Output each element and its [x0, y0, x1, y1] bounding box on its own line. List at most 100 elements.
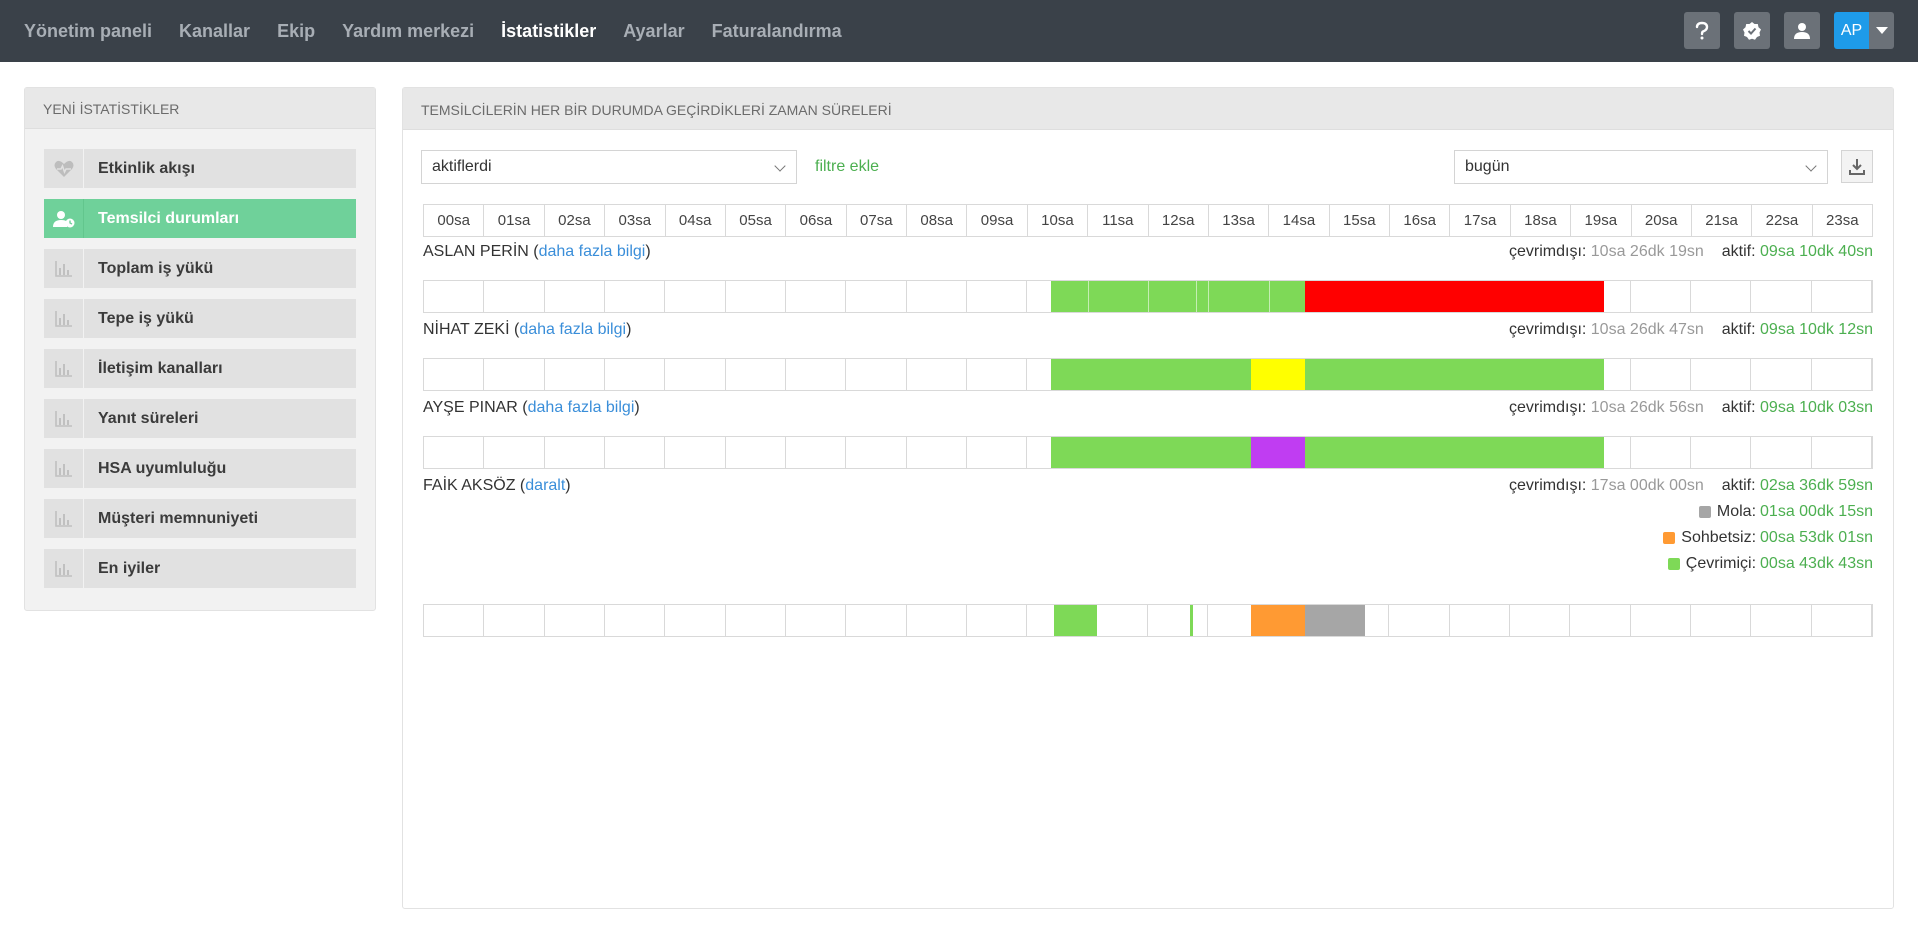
nav-item-4[interactable]: İstatistikler — [501, 21, 596, 42]
offline-time: 10sa 26dk 47sn — [1590, 321, 1704, 338]
agent-name-text: FAİK AKSÖZ — [423, 477, 516, 494]
stats-sidebar: YENİ İSTATİSTİKLER Etkinlik akışı Temsilc… — [24, 87, 376, 611]
active-time: 09sa 10dk 40sn — [1760, 243, 1873, 260]
status-segment[interactable] — [1304, 281, 1604, 312]
timeline-hour-cell — [726, 281, 786, 312]
sidebar-item-label: Temsilci durumları — [84, 199, 356, 238]
hour-label: 13sa — [1209, 205, 1270, 236]
agent-timeline-bar — [423, 358, 1873, 391]
caret-down-icon — [1875, 27, 1888, 34]
sidebar-item-1[interactable]: Temsilci durumları — [44, 199, 356, 238]
nav-item-3[interactable]: Yardım merkezi — [342, 21, 474, 42]
sidebar-item-4[interactable]: İletişim kanalları — [44, 349, 356, 388]
timeline-hour-cell — [545, 281, 605, 312]
timeline-hour-cell — [1751, 605, 1812, 636]
hour-label: 12sa — [1149, 205, 1209, 236]
sidebar-item-8[interactable]: En iyiler — [44, 549, 356, 588]
hour-label: 18sa — [1511, 205, 1572, 236]
nav-item-6[interactable]: Faturalandırma — [712, 21, 842, 42]
status-segment[interactable] — [1051, 281, 1305, 312]
hour-label: 14sa — [1269, 205, 1330, 236]
timeline-hour-cell — [605, 437, 666, 468]
offline-label: çevrimdışı: — [1508, 243, 1587, 260]
agent-name: ASLAN PERİN (daha fazla bilgi) — [423, 243, 651, 260]
top-navbar: Yönetim paneli Kanallar Ekip Yardım merkezi… — [0, 0, 1918, 62]
period-select[interactable]: bugün — [1454, 150, 1828, 184]
timeline-hour-cell — [1691, 437, 1752, 468]
hour-label: 15sa — [1330, 205, 1390, 236]
agent-details-link[interactable]: daha fazla bilgi — [528, 399, 635, 416]
profile-button[interactable] — [1784, 12, 1820, 49]
timeline-hour-cell — [545, 359, 605, 390]
status-segment[interactable] — [1051, 437, 1251, 468]
active-label: aktif: — [1721, 243, 1756, 260]
agent-name-text: NİHAT ZEKİ — [423, 321, 510, 338]
agent-timeline-bar — [423, 436, 1873, 469]
nav-item-5[interactable]: Ayarlar — [623, 21, 684, 42]
panel-title: TEMSİLCİLERİN HER BİR DURUMDA GEÇİRDİKLE… — [403, 88, 1893, 130]
status-segment[interactable] — [1304, 605, 1366, 636]
agent-details-link[interactable]: daha fazla bilgi — [539, 243, 646, 260]
agent-details-link[interactable]: daralt — [525, 477, 565, 494]
timeline-hour-cell — [1631, 359, 1691, 390]
status-segment[interactable] — [1304, 359, 1604, 390]
timeline-hour-cell — [846, 437, 907, 468]
hour-label: 19sa — [1571, 205, 1632, 236]
sidebar-item-6[interactable]: HSA uyumluluğu — [44, 449, 356, 488]
timeline-hour-cell — [1751, 437, 1812, 468]
nav-item-0[interactable]: Yönetim paneli — [24, 21, 152, 42]
hour-header: 00sa 01sa 02sa 03sa 04sa 05sa 06sa 07sa 08sa 09sa… — [423, 204, 1873, 237]
status-segment[interactable] — [1250, 359, 1305, 390]
legend-swatch — [1663, 532, 1676, 544]
status-segment[interactable] — [1190, 605, 1194, 636]
agent-filter-select[interactable]: aktiflerdi — [421, 150, 797, 184]
segment-divider — [1196, 281, 1198, 312]
account-dropdown-toggle[interactable] — [1869, 12, 1894, 49]
status-segment[interactable] — [1250, 605, 1305, 636]
agent-details-link[interactable]: daha fazla bilgi — [519, 321, 626, 338]
sidebar-item-7[interactable]: Müşteri memnuniyeti — [44, 499, 356, 538]
hour-label: 00sa — [424, 205, 485, 236]
nav-item-1[interactable]: Kanallar — [179, 21, 250, 42]
sidebar-item-5[interactable]: Yanıt süreleri — [44, 399, 356, 438]
agent-name-text: ASLAN PERİN — [423, 243, 529, 260]
timeline-hour-cell — [1691, 605, 1752, 636]
status-button[interactable] — [1734, 12, 1770, 49]
agent-name: AYŞE PINAR (daha fazla bilgi) — [423, 399, 640, 416]
account-menu[interactable]: AP — [1834, 12, 1894, 49]
legend-label: Çevrimiçi: — [1685, 555, 1757, 572]
sidebar-item-0[interactable]: Etkinlik akışı — [44, 149, 356, 188]
segment-divider — [1208, 281, 1210, 312]
bar-chart-icon — [44, 449, 84, 488]
timeline-hour-cell — [1691, 359, 1752, 390]
status-segment[interactable] — [1304, 437, 1604, 468]
status-segment[interactable] — [1051, 359, 1251, 390]
avatar[interactable]: AP — [1834, 12, 1869, 49]
add-filter-link[interactable]: filtre ekle — [815, 158, 879, 176]
help-button[interactable] — [1684, 12, 1720, 49]
offline-label: çevrimdışı: — [1508, 321, 1587, 338]
status-segment[interactable] — [1250, 437, 1305, 468]
timeline-hour-cell — [1510, 605, 1571, 636]
hour-label: 20sa — [1632, 205, 1692, 236]
legend-label: Mola: — [1716, 503, 1757, 520]
timeline-hour-cell — [1631, 605, 1691, 636]
status-legend-item: Çevrimiçi: 00sa 43dk 43sn — [1667, 555, 1873, 573]
bar-chart-icon — [44, 299, 84, 338]
segment-divider — [1087, 281, 1089, 312]
bar-chart-icon — [44, 499, 84, 538]
bar-chart-icon — [44, 349, 84, 388]
hour-label: 05sa — [726, 205, 787, 236]
download-button[interactable] — [1841, 150, 1873, 183]
hour-label: 11sa — [1088, 205, 1149, 236]
sidebar-menu: Etkinlik akışı Temsilci durumları Toplam i… — [25, 129, 375, 588]
timeline-hour-cell — [665, 281, 726, 312]
hour-label: 06sa — [786, 205, 847, 236]
sidebar-item-2[interactable]: Toplam iş yükü — [44, 249, 356, 288]
offline-time: 10sa 26dk 56sn — [1590, 399, 1704, 416]
sidebar-item-label: HSA uyumluluğu — [84, 449, 356, 488]
status-segment[interactable] — [1054, 605, 1097, 636]
timeline-hour-cell — [1570, 605, 1631, 636]
sidebar-item-3[interactable]: Tepe iş yükü — [44, 299, 356, 338]
nav-item-2[interactable]: Ekip — [277, 21, 315, 42]
